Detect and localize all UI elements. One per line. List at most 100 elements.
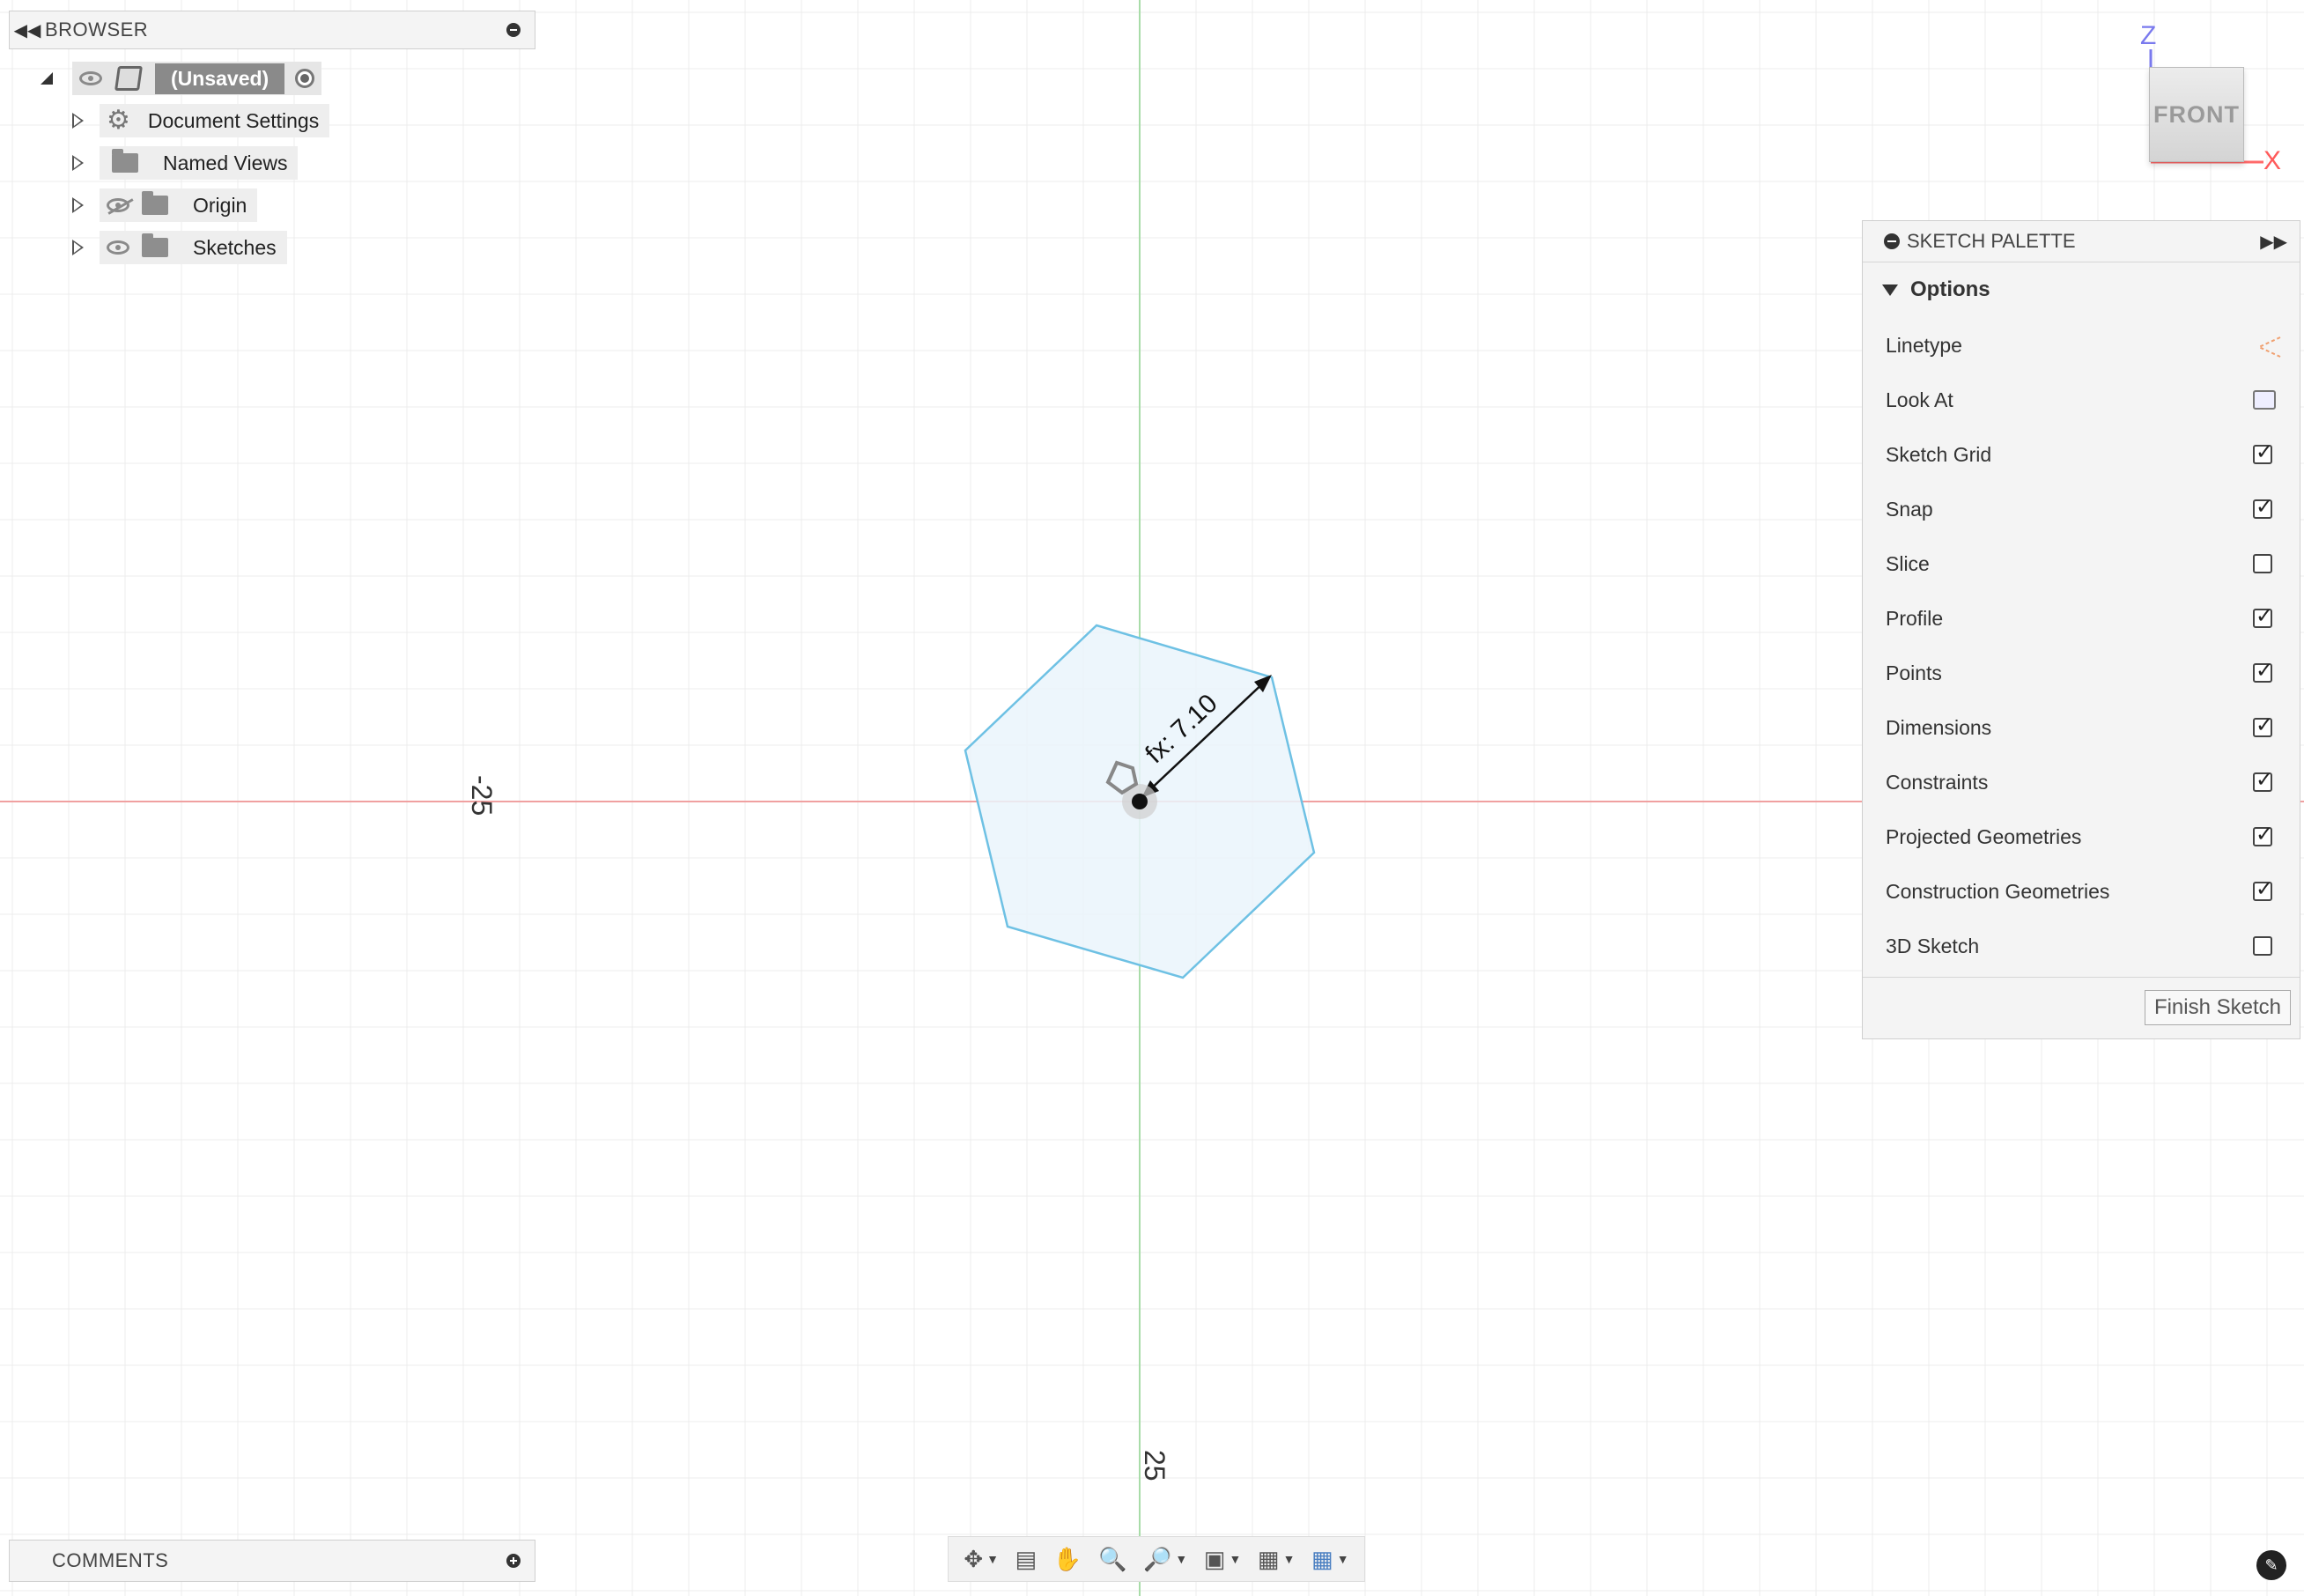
activate-radio-icon[interactable] (295, 69, 315, 88)
option-points[interactable]: Points (1886, 646, 2273, 700)
visibility-eye-icon[interactable] (107, 240, 129, 255)
tree-item-named-views[interactable]: Named Views (72, 146, 299, 180)
expand-triangle-icon[interactable] (72, 155, 84, 171)
feedback-icon[interactable]: ✎ (2256, 1550, 2286, 1580)
option-label: 3D Sketch (1886, 934, 1980, 957)
option-dimensions[interactable]: Dimensions (1886, 700, 2273, 755)
snap-checkbox[interactable] (2253, 499, 2273, 519)
root-chip[interactable]: (Unsaved) (72, 62, 322, 95)
browser-root-row[interactable]: (Unsaved) (41, 62, 322, 95)
option-label: Construction Geometries (1886, 879, 2110, 903)
center-point[interactable] (1132, 794, 1148, 809)
sketch-palette: SKETCH PALETTE ▶▶ Options Linetype Look … (1862, 220, 2300, 1039)
display-settings-icon[interactable]: ▣ ▼ (1204, 1546, 1241, 1573)
option-label: Snap (1886, 497, 1933, 521)
collapse-panel-icon[interactable]: ◀◀ (10, 19, 45, 41)
points-checkbox[interactable] (2253, 663, 2273, 683)
options-section-toggle[interactable]: Options (1863, 262, 2300, 317)
minimize-icon[interactable] (506, 23, 521, 37)
option-snap[interactable]: Snap (1886, 482, 2273, 536)
option-label: Dimensions (1886, 715, 1992, 739)
comments-panel-header[interactable]: COMMENTS (9, 1540, 535, 1582)
expand-root-icon[interactable] (41, 72, 53, 85)
add-comment-icon[interactable] (506, 1554, 521, 1568)
finish-sketch-button[interactable]: Finish Sketch (2144, 990, 2291, 1025)
gear-icon: ⚙ (107, 106, 130, 135)
viewcube[interactable]: FRONT (2149, 67, 2244, 162)
tree-chip[interactable]: ⚙ Document Settings (100, 104, 330, 137)
tree-chip[interactable]: Sketches (100, 231, 287, 264)
tree-item-document-settings[interactable]: ⚙ Document Settings (72, 104, 330, 137)
tree-chip[interactable]: Origin (100, 188, 258, 222)
sketch-grid-checkbox[interactable] (2253, 445, 2273, 464)
expand-triangle-icon[interactable] (72, 113, 84, 129)
ruler-label-left: -25 (466, 775, 498, 816)
visibility-hidden-icon[interactable] (107, 198, 129, 212)
folder-icon (112, 149, 138, 173)
constraints-checkbox[interactable] (2253, 772, 2273, 792)
tree-item-label: Named Views (163, 151, 288, 174)
dropdown-arrow-icon[interactable]: ▼ (1229, 1552, 1241, 1566)
dropdown-arrow-icon[interactable]: ▼ (1337, 1552, 1349, 1566)
look-at-icon[interactable] (2253, 390, 2276, 410)
option-constraints[interactable]: Constraints (1886, 755, 2273, 809)
expand-triangle-icon[interactable] (72, 197, 84, 213)
option-label: Look At (1886, 388, 1953, 411)
sketch-palette-header: SKETCH PALETTE ▶▶ (1863, 221, 2300, 262)
comments-title: COMMENTS (52, 1549, 169, 1571)
look-at-icon[interactable]: ▤ (1015, 1546, 1038, 1573)
dropdown-arrow-icon[interactable]: ▼ (1283, 1552, 1296, 1566)
option-label: Slice (1886, 551, 1930, 575)
options-section-label: Options (1910, 277, 1990, 301)
ruler-label-bottom: 25 (1139, 1450, 1170, 1481)
option-label: Sketch Grid (1886, 442, 1992, 466)
option-slice[interactable]: Slice (1886, 536, 2273, 591)
option-label: Profile (1886, 606, 1944, 630)
option-construction-geometries[interactable]: Construction Geometries (1886, 864, 2273, 919)
tree-item-label: Document Settings (147, 108, 320, 132)
folder-icon (142, 233, 168, 257)
dropdown-arrow-icon[interactable]: ▼ (1175, 1552, 1187, 1566)
projected-geometries-checkbox[interactable] (2253, 827, 2273, 846)
option-sketch-grid[interactable]: Sketch Grid (1886, 427, 2273, 482)
root-label: (Unsaved) (155, 63, 285, 94)
viewports-icon[interactable]: ▦ ▼ (1311, 1546, 1348, 1573)
expand-panel-icon[interactable]: ▶▶ (2260, 231, 2287, 253)
x-axis-label: X (2263, 146, 2282, 175)
viewcube-face-label: FRONT (2153, 100, 2240, 128)
zoom-window-icon[interactable]: 🔎 ▼ (1143, 1546, 1187, 1573)
tree-item-origin[interactable]: Origin (72, 188, 258, 222)
3d-sketch-checkbox[interactable] (2253, 936, 2272, 956)
option-linetype: Linetype (1886, 318, 2281, 373)
option-label: Constraints (1886, 770, 1989, 794)
sketch-palette-title: SKETCH PALETTE (1907, 230, 2076, 252)
option-label: Projected Geometries (1886, 824, 2082, 848)
tree-item-label: Origin (193, 193, 247, 217)
component-icon (114, 66, 143, 91)
dropdown-arrow-icon[interactable]: ▼ (986, 1552, 999, 1566)
dimensions-checkbox[interactable] (2253, 718, 2273, 737)
option-label: Points (1886, 661, 1942, 684)
browser-panel-header: ◀◀ BROWSER (9, 11, 535, 49)
slice-checkbox[interactable] (2253, 554, 2272, 573)
option-label: Linetype (1886, 333, 1962, 357)
tree-chip[interactable]: Named Views (100, 146, 299, 180)
option-projected-geometries[interactable]: Projected Geometries (1886, 809, 2273, 864)
collapse-triangle-icon (1882, 284, 1898, 296)
zoom-icon[interactable]: 🔍 (1098, 1546, 1126, 1573)
minimize-icon[interactable] (1884, 233, 1900, 249)
orbit-icon[interactable]: ✥ ▼ (964, 1546, 999, 1573)
browser-title: BROWSER (45, 18, 149, 41)
profile-checkbox[interactable] (2253, 609, 2273, 628)
pan-icon[interactable]: ✋ (1053, 1546, 1082, 1573)
construction-linetype-icon[interactable] (2256, 334, 2282, 360)
expand-triangle-icon[interactable] (72, 240, 84, 255)
construction-geometries-checkbox[interactable] (2253, 882, 2273, 901)
tree-item-label: Sketches (193, 235, 277, 259)
option-3d-sketch[interactable]: 3D Sketch (1886, 919, 2273, 973)
tree-item-sketches[interactable]: Sketches (72, 231, 287, 264)
option-profile[interactable]: Profile (1886, 591, 2273, 646)
visibility-eye-icon[interactable] (79, 71, 102, 85)
z-axis-label: Z (2140, 21, 2157, 50)
grid-icon[interactable]: ▦ ▼ (1258, 1546, 1295, 1573)
